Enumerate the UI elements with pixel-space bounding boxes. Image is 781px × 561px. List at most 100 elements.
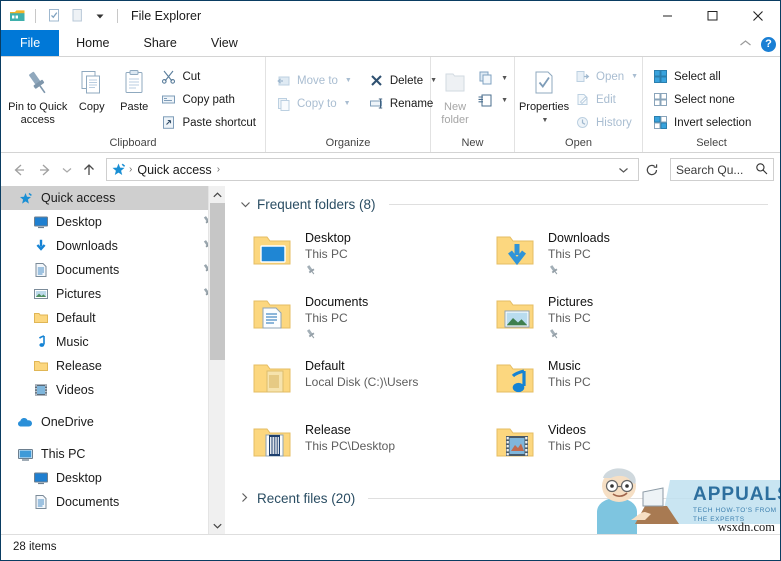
pin-to-quick-access-button[interactable]: Pin to Quick access bbox=[5, 62, 71, 127]
sidebar-item-label: This PC bbox=[41, 447, 86, 461]
ribbon-group-label-clipboard: Clipboard bbox=[109, 137, 157, 149]
breadcrumb-bar[interactable]: › Quick access › bbox=[106, 158, 639, 181]
folder-tile[interactable]: Documents This PC bbox=[248, 284, 491, 348]
tab-home[interactable]: Home bbox=[59, 30, 127, 56]
sidebar-item-desktop[interactable]: Desktop bbox=[1, 210, 225, 234]
recent-locations-button[interactable] bbox=[59, 158, 75, 182]
chevron-down-icon[interactable] bbox=[240, 198, 251, 212]
folder-tile[interactable]: Release This PC\Desktop bbox=[248, 412, 491, 476]
scroll-up-icon[interactable] bbox=[209, 186, 225, 203]
clipboard-small-buttons: Cut Copy path Paste shortcut bbox=[155, 62, 261, 134]
sidebar-item-documents[interactable]: Documents bbox=[1, 258, 225, 282]
forward-button[interactable] bbox=[33, 158, 57, 182]
folder-tile-info: Desktop This PC bbox=[305, 226, 351, 281]
tab-file[interactable]: File bbox=[1, 30, 60, 56]
invert-selection-button[interactable]: Invert selection bbox=[647, 111, 756, 134]
close-button[interactable] bbox=[735, 1, 780, 30]
sidebar-item-this-pc-documents[interactable]: Documents bbox=[1, 490, 225, 514]
tab-view[interactable]: View bbox=[194, 30, 255, 56]
pin-icon[interactable] bbox=[548, 327, 593, 345]
folder-pictures-icon bbox=[491, 290, 539, 338]
new-item-button[interactable]: ▼ bbox=[475, 67, 510, 89]
new-folder-button[interactable]: New folder bbox=[435, 62, 475, 127]
minimize-button[interactable] bbox=[645, 1, 690, 30]
sidebar-item-pictures[interactable]: Pictures bbox=[1, 282, 225, 306]
select-none-button[interactable]: Select none bbox=[647, 88, 756, 111]
paste-shortcut-button[interactable]: Paste shortcut bbox=[155, 111, 261, 134]
chevron-down-icon[interactable]: ▼ bbox=[345, 77, 352, 84]
up-button[interactable] bbox=[77, 158, 101, 182]
customize-dropdown-icon[interactable] bbox=[90, 6, 109, 25]
folder-tile[interactable]: Pictures This PC bbox=[491, 284, 734, 348]
help-icon[interactable]: ? bbox=[761, 36, 776, 52]
properties-checkbox-icon[interactable] bbox=[44, 6, 63, 25]
sidebar-item-this-pc-desktop[interactable]: Desktop bbox=[1, 466, 225, 490]
chevron-down-icon[interactable]: ▼ bbox=[501, 97, 508, 104]
address-history-dropdown-icon[interactable] bbox=[613, 159, 634, 180]
folder-tile[interactable]: Downloads This PC bbox=[491, 220, 734, 284]
copy-button[interactable]: Copy bbox=[71, 62, 113, 114]
sidebar-item-quick-access[interactable]: Quick access bbox=[1, 186, 225, 210]
maximize-button[interactable] bbox=[690, 1, 735, 30]
easy-access-button[interactable]: ▼ bbox=[475, 89, 510, 111]
rename-icon bbox=[368, 95, 385, 112]
new-item-icon bbox=[477, 70, 494, 87]
chevron-down-icon[interactable]: ▼ bbox=[501, 75, 508, 82]
magnifier-icon[interactable] bbox=[755, 162, 768, 178]
quick-access-star-icon bbox=[111, 162, 126, 177]
sidebar-item-release[interactable]: Release bbox=[1, 354, 225, 378]
edit-button[interactable]: Edit bbox=[569, 88, 643, 111]
sidebar-item-label: Documents bbox=[56, 495, 120, 509]
copy-to-button[interactable]: Copy to ▼ bbox=[270, 92, 357, 115]
folder-default-icon bbox=[248, 354, 296, 402]
move-to-button[interactable]: Move to ▼ bbox=[270, 69, 357, 92]
sidebar-item-default[interactable]: Default bbox=[1, 306, 225, 330]
folder-videos-icon bbox=[491, 418, 539, 466]
pin-icon[interactable] bbox=[305, 263, 351, 281]
chevron-down-icon[interactable]: ▼ bbox=[344, 100, 351, 107]
sidebar-scrollbar[interactable] bbox=[208, 186, 225, 534]
invert-selection-label: Invert selection bbox=[674, 116, 752, 129]
folder-tile[interactable]: Videos This PC bbox=[491, 412, 734, 476]
open-button[interactable]: Open ▼ bbox=[569, 65, 643, 88]
pin-icon[interactable] bbox=[305, 327, 368, 345]
folder-tile[interactable]: Default Local Disk (C:)\Users bbox=[248, 348, 491, 412]
chevron-right-icon[interactable] bbox=[240, 492, 251, 506]
sidebar-item-this-pc[interactable]: This PC bbox=[1, 442, 225, 466]
folder-tile[interactable]: Desktop This PC bbox=[248, 220, 491, 284]
breadcrumb-quick-access[interactable]: Quick access bbox=[135, 163, 213, 177]
cut-button[interactable]: Cut bbox=[155, 65, 261, 88]
sidebar-scrollbar-thumb[interactable] bbox=[210, 203, 225, 360]
new-folder-icon[interactable] bbox=[67, 6, 86, 25]
sidebar-item-label: Desktop bbox=[56, 471, 102, 485]
sidebar-item-videos[interactable]: Videos bbox=[1, 378, 225, 402]
sidebar-item-music[interactable]: Music bbox=[1, 330, 225, 354]
folder-name: Videos bbox=[548, 423, 586, 437]
properties-button[interactable]: Properties ▼ bbox=[519, 62, 569, 127]
tab-share[interactable]: Share bbox=[127, 30, 194, 56]
select-all-button[interactable]: Select all bbox=[647, 65, 756, 88]
pin-icon[interactable] bbox=[548, 263, 610, 281]
chevron-down-icon[interactable]: ▼ bbox=[542, 114, 549, 127]
collapse-ribbon-icon[interactable] bbox=[739, 35, 752, 53]
section-recent-files-header[interactable]: Recent files (20) bbox=[230, 476, 780, 506]
back-button[interactable] bbox=[7, 158, 31, 182]
section-frequent-folders-header[interactable]: Frequent folders (8) bbox=[230, 186, 780, 212]
search-input[interactable]: Search Qu... bbox=[670, 158, 774, 181]
refresh-button[interactable] bbox=[641, 158, 663, 182]
explorer-icon[interactable] bbox=[8, 6, 27, 25]
sidebar-item-downloads[interactable]: Downloads bbox=[1, 234, 225, 258]
folder-tile-info: Videos This PC bbox=[548, 418, 591, 454]
breadcrumb-separator-2[interactable]: › bbox=[217, 164, 220, 175]
breadcrumb-controls bbox=[613, 158, 634, 181]
history-button[interactable]: History bbox=[569, 111, 643, 134]
chevron-down-icon[interactable]: ▼ bbox=[631, 73, 638, 80]
paste-button[interactable]: Paste bbox=[113, 62, 155, 114]
folder-tile-info: Music This PC bbox=[548, 354, 591, 390]
copy-path-button[interactable]: Copy path bbox=[155, 88, 261, 111]
scroll-down-icon[interactable] bbox=[209, 517, 225, 534]
folder-tile[interactable]: Music This PC bbox=[491, 348, 734, 412]
select-small-buttons: Select all Select none Invert selection bbox=[647, 62, 756, 134]
sidebar-item-onedrive[interactable]: OneDrive bbox=[1, 410, 225, 434]
videos-filmstrip-icon bbox=[32, 382, 49, 399]
